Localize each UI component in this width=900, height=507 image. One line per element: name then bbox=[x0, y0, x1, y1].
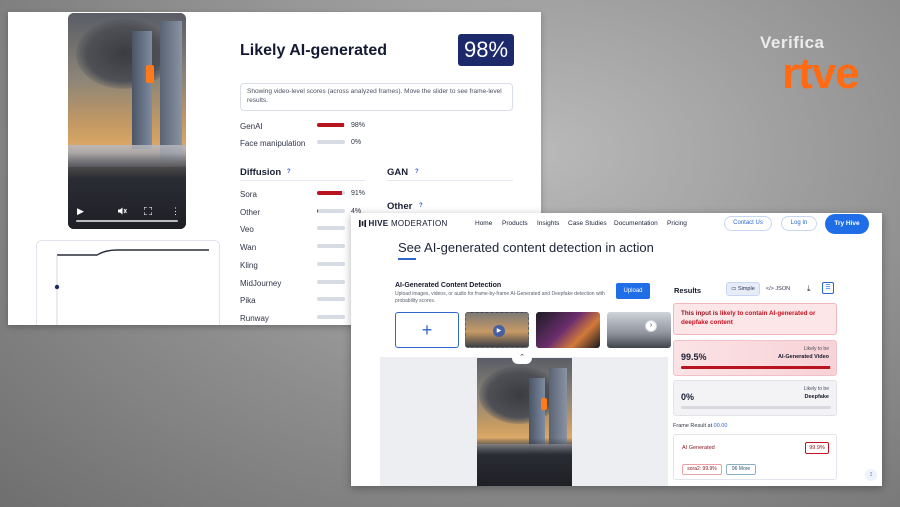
sample-thumbnail-video[interactable]: ▶ bbox=[465, 312, 529, 348]
frame-class-label: AI Generated bbox=[682, 445, 715, 451]
frame-score-chart[interactable] bbox=[36, 240, 220, 325]
sample-thumbnail-interior[interactable] bbox=[607, 312, 671, 348]
chat-help-icon[interactable]: ⫶ bbox=[865, 469, 877, 481]
diffusion-other-bar bbox=[317, 208, 345, 213]
log-in-button[interactable]: Log In bbox=[781, 216, 817, 231]
verdict-alert: This input is likely to contain AI-gener… bbox=[673, 303, 837, 335]
diffusion-sora-bar bbox=[317, 191, 345, 195]
diffusion-sora-label: Sora bbox=[240, 190, 257, 199]
nav-pricing[interactable]: Pricing bbox=[667, 220, 687, 227]
likely-label: Likely to be bbox=[803, 346, 829, 352]
next-arrow-icon[interactable]: › bbox=[645, 320, 657, 332]
deepfake-card: 0% Likely to be Deepfake bbox=[673, 380, 837, 416]
fullscreen-icon[interactable] bbox=[143, 206, 153, 217]
play-icon[interactable]: ▶ bbox=[77, 206, 84, 217]
nav-home[interactable]: Home bbox=[475, 220, 492, 227]
analyzed-video[interactable] bbox=[477, 358, 572, 486]
gan-header: GAN bbox=[387, 167, 409, 178]
tab-simple[interactable]: ▭ Simple bbox=[726, 282, 760, 296]
collapse-chevron-icon[interactable]: ⌃ bbox=[512, 352, 532, 364]
frame-score-badge: 99.9% bbox=[805, 442, 829, 454]
frame-result-label: Frame Result at 00.00 bbox=[673, 423, 728, 429]
detector-description: Upload images, videos, or audio for fram… bbox=[395, 291, 605, 304]
diffusion-help-icon[interactable]: ? bbox=[287, 169, 291, 175]
results-heading: Results bbox=[674, 286, 702, 295]
top-nav: HIVE MODERATION Home Products Insights C… bbox=[351, 213, 882, 235]
ai-generated-type: AI-Generated Video bbox=[778, 354, 829, 360]
detector-title: AI-Generated Content Detection bbox=[395, 282, 502, 289]
diffusion-pika-bar bbox=[317, 297, 345, 302]
other-header: Other bbox=[387, 201, 413, 212]
diffusion-runway-bar bbox=[317, 314, 345, 319]
diffusion-kling-bar bbox=[317, 261, 345, 266]
add-media-button[interactable]: + bbox=[395, 312, 459, 348]
gan-help-icon[interactable]: ? bbox=[415, 169, 419, 175]
deepfake-pct: 0% bbox=[681, 392, 695, 402]
ai-generated-pct: 99.5% bbox=[681, 352, 707, 362]
simple-view-icon: ▭ bbox=[731, 286, 737, 292]
diffusion-runway-label: Runway bbox=[240, 313, 269, 323]
contact-us-button[interactable]: Contact Us bbox=[724, 216, 772, 231]
nav-insights[interactable]: Insights bbox=[537, 220, 559, 227]
sora-score-chip[interactable]: sora2: 99.9% bbox=[682, 464, 722, 475]
face-manipulation-pct: 0% bbox=[351, 139, 362, 146]
hive-logo[interactable]: HIVE MODERATION bbox=[359, 219, 448, 228]
diffusion-veo-bar bbox=[317, 226, 345, 231]
ai-generated-card: 99.5% Likely to be AI-Generated Video bbox=[673, 340, 837, 376]
mute-icon[interactable] bbox=[118, 207, 127, 217]
upload-button[interactable]: Upload bbox=[616, 283, 650, 299]
frame-score-line bbox=[54, 249, 209, 325]
genai-bar bbox=[317, 123, 345, 127]
divider bbox=[240, 180, 365, 181]
slider-handle[interactable] bbox=[54, 284, 60, 290]
hive-moderation-screenshot: HIVE MODERATION Home Products Insights C… bbox=[351, 213, 882, 486]
other-help-icon[interactable]: ? bbox=[419, 203, 423, 209]
nav-case-studies[interactable]: Case Studies bbox=[568, 220, 607, 227]
video-progress-bar[interactable] bbox=[76, 220, 178, 222]
more-options-icon[interactable]: ⋮ bbox=[171, 206, 180, 217]
nav-products[interactable]: Products bbox=[502, 220, 528, 227]
diffusion-kling-label: Kling bbox=[240, 260, 258, 270]
face-manipulation-bar bbox=[317, 140, 345, 144]
try-hive-button[interactable]: Try Hive bbox=[825, 214, 869, 234]
layout-toggle-icon[interactable]: ☰ bbox=[822, 282, 834, 294]
diffusion-midjourney-label: MidJourney bbox=[240, 278, 282, 288]
ai-generated-bar bbox=[681, 366, 831, 369]
diffusion-sora-pct: 91% bbox=[351, 190, 366, 197]
info-note: Showing video-level scores (across analy… bbox=[240, 83, 513, 111]
more-results-chip[interactable]: 96 More bbox=[726, 464, 756, 475]
genai-pct: 98% bbox=[351, 122, 366, 129]
diffusion-other-label: Other bbox=[240, 207, 261, 217]
diffusion-midjourney-bar bbox=[317, 279, 345, 284]
section-headline: See AI-generated content detection in ac… bbox=[398, 240, 654, 255]
divider bbox=[387, 180, 513, 181]
video-player[interactable]: ▶ ⋮ bbox=[68, 13, 186, 229]
download-icon[interactable]: ⤓ bbox=[807, 284, 811, 294]
rtve-logo: rtve bbox=[782, 49, 860, 98]
sample-thumbnail-portrait[interactable] bbox=[536, 312, 600, 348]
diffusion-veo-label: Veo bbox=[240, 225, 254, 235]
verdict-title: Likely AI-generated bbox=[240, 42, 388, 59]
diffusion-wan-label: Wan bbox=[240, 243, 257, 253]
hive-logo-icon bbox=[359, 220, 366, 227]
headline-underline bbox=[398, 258, 416, 260]
face-manipulation-label: Face manipulation bbox=[240, 139, 306, 148]
play-icon: ▶ bbox=[493, 325, 505, 337]
deepfake-bar bbox=[681, 406, 831, 409]
likely-label: Likely to be bbox=[803, 386, 829, 392]
tab-json[interactable]: </> JSON bbox=[761, 282, 795, 296]
diffusion-pika-label: Pika bbox=[240, 296, 256, 306]
frame-timestamp: 00.00 bbox=[713, 423, 728, 429]
overall-score-badge: 98% bbox=[458, 34, 514, 66]
nav-documentation[interactable]: Documentation bbox=[614, 220, 658, 227]
genai-label: GenAI bbox=[240, 122, 263, 131]
diffusion-header: Diffusion bbox=[240, 167, 282, 178]
diffusion-wan-bar bbox=[317, 244, 345, 249]
deepfake-type: Deepfake bbox=[804, 394, 829, 400]
frame-result-card: AI Generated 99.9% sora2: 99.9% 96 More bbox=[673, 434, 837, 480]
